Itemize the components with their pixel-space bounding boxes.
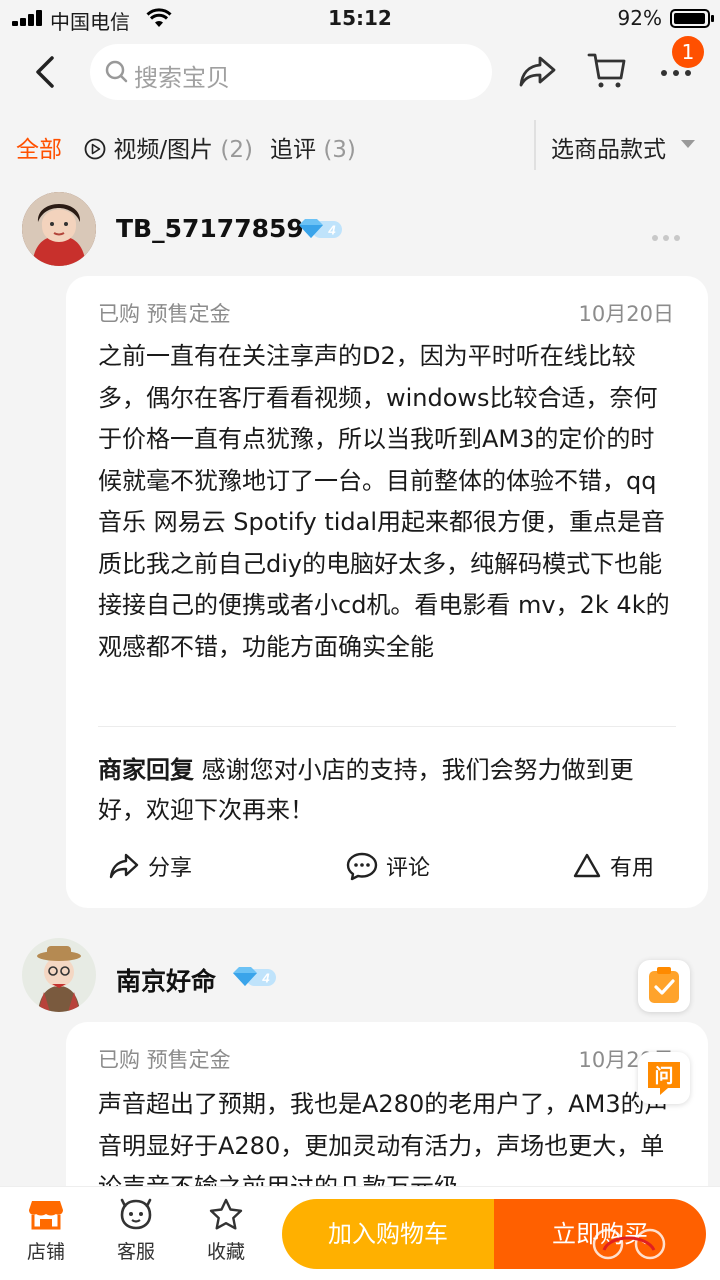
watermark-logo (592, 1228, 666, 1260)
status-bar: 中国电信 15:12 92% (0, 0, 720, 36)
back-arrow-icon[interactable] (30, 52, 60, 92)
service-label: 客服 (116, 1241, 155, 1263)
favorite-button[interactable]: 收藏 (196, 1197, 256, 1264)
seller-reply: 商家回复 感谢您对小店的支持，我们会努力做到更好，欢迎下次再来！ (98, 750, 678, 830)
tab-label: 视频/图片 (113, 137, 214, 163)
top-nav: 搜索宝贝 1 (0, 36, 720, 112)
thumbs-up-icon (573, 853, 601, 878)
tab-count: (2) (220, 137, 253, 163)
cart-icon[interactable] (586, 50, 628, 92)
battery-percent: 92% (617, 6, 662, 30)
ask-label: 问 (654, 1065, 674, 1087)
store-button[interactable]: 店铺 (16, 1197, 76, 1264)
comment-button[interactable]: 评论 (346, 850, 430, 882)
tab-label: 全部 (16, 137, 62, 163)
star-icon (209, 1198, 243, 1230)
review-header: 南京好命 4 (0, 936, 720, 1016)
comment-icon (346, 852, 378, 881)
comment-label: 评论 (386, 856, 431, 881)
review-header: TB_57177859 4 (0, 190, 720, 270)
tab-count: (3) (323, 137, 356, 163)
vip-level: 4 (327, 223, 336, 238)
share-label: 分享 (148, 856, 193, 881)
username[interactable]: TB_57177859 (116, 214, 304, 243)
avatar-image (22, 192, 96, 266)
store-icon (29, 1201, 63, 1230)
avatar[interactable] (22, 192, 96, 266)
divider (534, 120, 536, 170)
divider (98, 726, 676, 727)
vip-diamond-badge: 4 (233, 967, 276, 986)
share-icon (109, 853, 139, 879)
customer-service-button[interactable]: 客服 (106, 1197, 166, 1264)
review-more-icon[interactable] (647, 226, 680, 245)
play-circle-icon (84, 138, 106, 160)
useful-label: 有用 (610, 856, 655, 881)
avatar-image (22, 938, 96, 1012)
avatar[interactable] (22, 938, 96, 1012)
share-button[interactable]: 分享 (108, 850, 192, 882)
service-face-icon (120, 1198, 152, 1230)
review-filter-tabs: 全部 视频/图片 (2) 追评 (3) 选商品款式 (0, 112, 720, 176)
review-card: 已购 预售定金 10月20日 之前一直有在关注享声的D2，因为平时听在线比较多，… (66, 276, 708, 908)
tab-label: 追评 (270, 137, 316, 163)
store-label: 店铺 (26, 1241, 65, 1263)
ask-float-button[interactable]: 问 (638, 1052, 690, 1104)
battery-icon (670, 9, 714, 28)
reply-label: 商家回复 (98, 756, 194, 784)
tab-video-image[interactable]: 视频/图片 (2) (84, 130, 253, 164)
purchase-meta: 已购 预售定金 (98, 1048, 231, 1072)
style-select[interactable]: 选商品款式 (551, 130, 666, 164)
search-placeholder: 搜索宝贝 (134, 64, 230, 92)
clipboard-float-button[interactable] (638, 960, 690, 1012)
tab-all[interactable]: 全部 (16, 130, 62, 164)
purchase-meta: 已购 预售定金 (98, 302, 231, 326)
useful-button[interactable]: 有用 (572, 850, 654, 882)
add-to-cart-button[interactable]: 加入购物车 (282, 1199, 494, 1269)
share-icon[interactable] (518, 52, 558, 92)
search-icon (105, 60, 128, 83)
notification-badge: 1 (672, 36, 704, 68)
caret-down-icon (681, 140, 695, 148)
review-date: 10月20日 (578, 302, 674, 326)
vip-diamond-badge: 4 (299, 219, 342, 238)
vip-level: 4 (261, 971, 270, 986)
review-text: 之前一直有在关注享声的D2，因为平时听在线比较多，偶尔在客厅看看视频，windo… (98, 342, 670, 661)
tab-follow-up[interactable]: 追评 (3) (270, 130, 356, 164)
clock: 15:12 (328, 6, 392, 30)
clipboard-check-icon (649, 967, 679, 1003)
username[interactable]: 南京好命 (116, 962, 216, 998)
search-input[interactable]: 搜索宝贝 (90, 44, 492, 100)
favorite-label: 收藏 (206, 1241, 245, 1263)
